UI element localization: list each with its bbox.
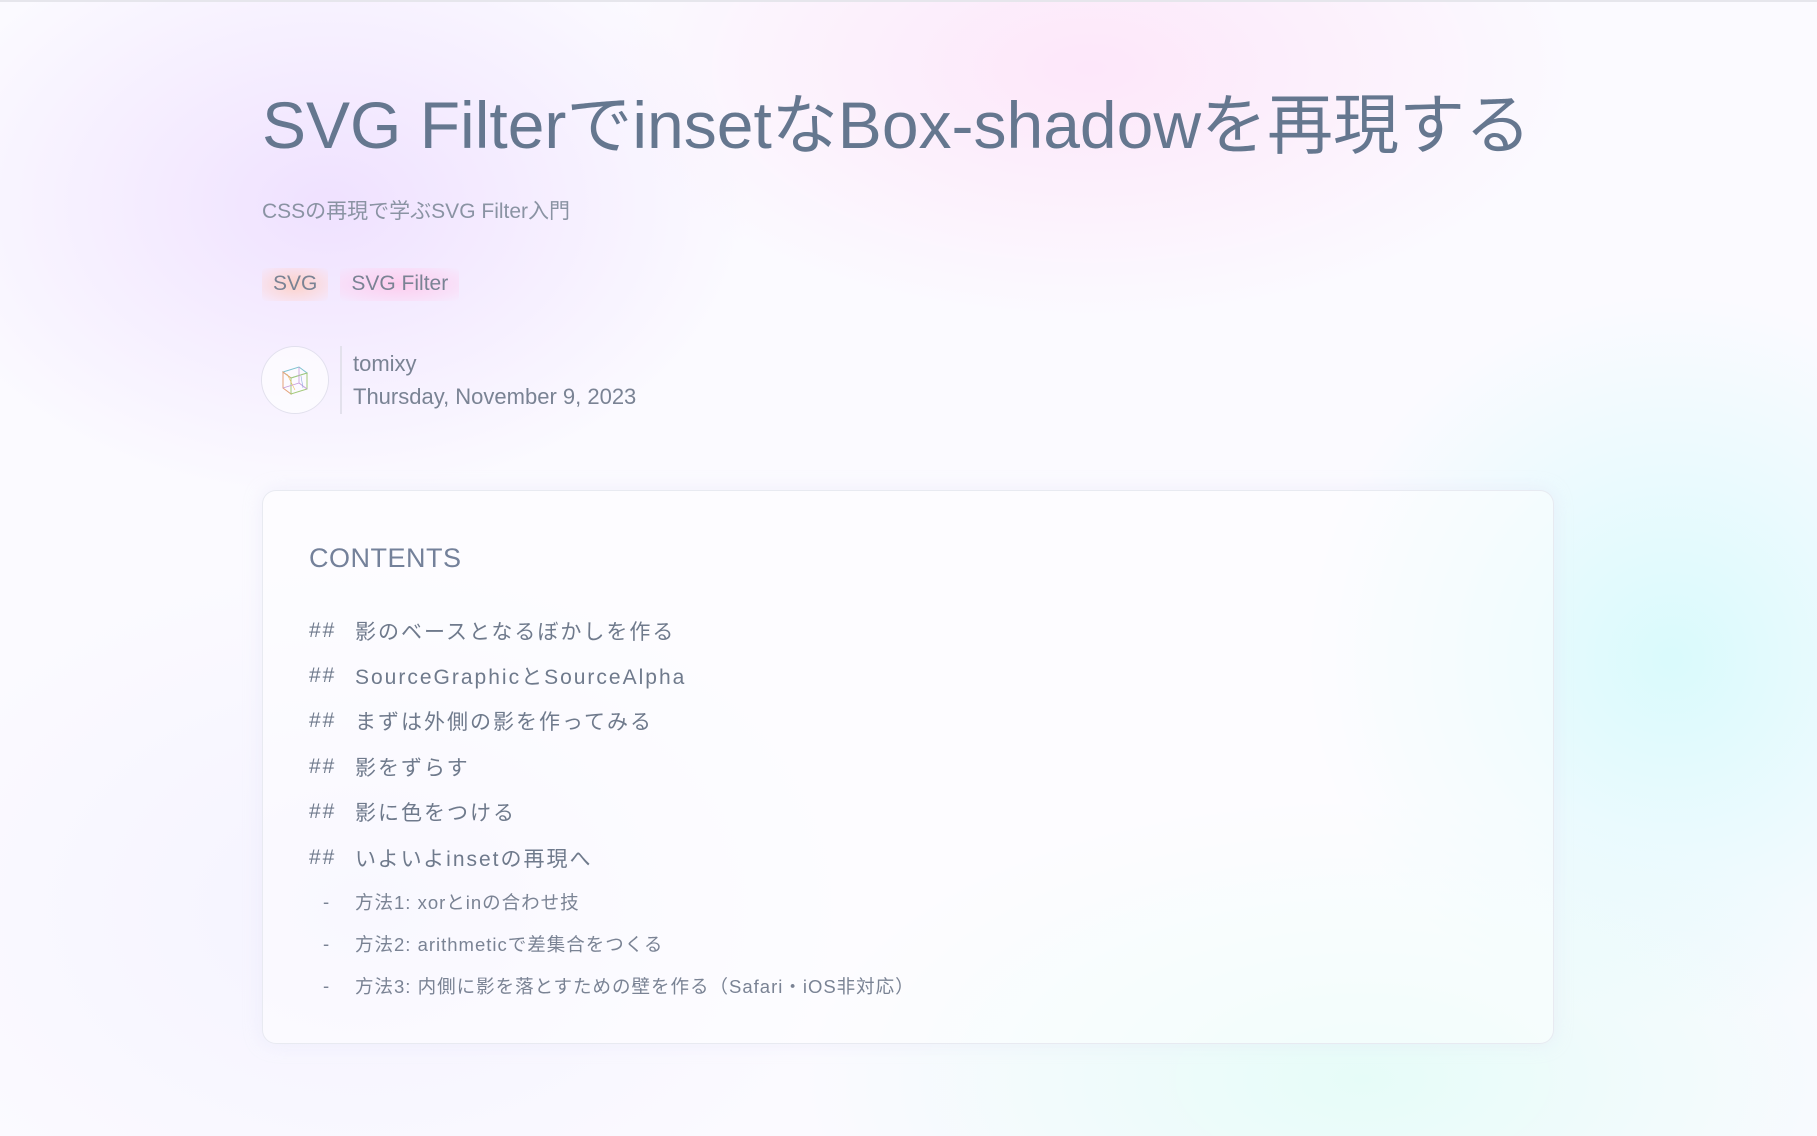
toc-label[interactable]: まずは外側の影を作ってみる <box>355 706 653 736</box>
toc-label[interactable]: 影のベースとなるぼかしを作る <box>355 616 675 646</box>
author-divider <box>340 346 342 414</box>
toc-item[interactable]: ## SourceGraphicとSourceAlpha <box>309 653 915 699</box>
toc-label[interactable]: 影に色をつける <box>355 797 516 827</box>
toc-marker: ## <box>309 754 337 778</box>
tag-svg[interactable]: SVG <box>262 268 329 301</box>
toc-marker: ## <box>309 800 337 824</box>
toc-label[interactable]: SourceGraphicとSourceAlpha <box>355 661 686 691</box>
cube-sketch-icon <box>281 366 309 395</box>
toc-marker: ## <box>309 619 337 642</box>
publish-date: Thursday, November 9, 2023 <box>353 383 637 409</box>
toc-sub-marker: - <box>323 974 330 996</box>
toc-item[interactable]: ## まずは外側の影を作ってみる <box>309 699 915 745</box>
toc-label[interactable]: いよいよinsetの再現へ <box>355 843 593 873</box>
toc-sub-label[interactable]: 方法1: xorとinの合わせ技 <box>355 889 580 915</box>
toc-sub-marker: - <box>323 890 330 912</box>
tag-svg-filter[interactable]: SVG Filter <box>340 268 460 301</box>
toc-marker: ## <box>309 709 337 733</box>
toc-heading: CONTENTS <box>309 543 462 573</box>
toc-item[interactable]: ## いよいよinsetの再現へ <box>309 835 915 881</box>
avatar[interactable] <box>262 347 328 413</box>
page-title: SVG FilterでinsetなBox-shadowを再現する <box>262 88 1531 162</box>
toc-list: ## 影のベースとなるぼかしを作る ## SourceGraphicとSourc… <box>309 609 915 1007</box>
page-subtitle: CSSの再現で学ぶSVG Filter入門 <box>262 200 571 223</box>
toc-item[interactable]: ## 影をずらす <box>309 744 915 790</box>
toc-sub-label[interactable]: 方法2: arithmeticで差集合をつくる <box>355 931 663 957</box>
toc-marker: ## <box>309 845 337 869</box>
toc-sub-label[interactable]: 方法3: 内側に影を落とすための壁を作る（Safari・iOS非対応） <box>355 973 915 999</box>
toc-item[interactable]: ## 影のベースとなるぼかしを作る <box>309 609 915 653</box>
toc-subitem[interactable]: - 方法1: xorとinの合わせ技 <box>309 881 915 923</box>
toc-sub-marker: - <box>323 932 330 954</box>
tag-list: SVG SVG Filter <box>262 268 460 301</box>
table-of-contents: CONTENTS ## 影のベースとなるぼかしを作る ## SourceGrap… <box>262 490 1554 1044</box>
toc-subitem[interactable]: - 方法3: 内側に影を落とすための壁を作る（Safari・iOS非対応） <box>309 965 915 1007</box>
toc-subitem[interactable]: - 方法2: arithmeticで差集合をつくる <box>309 923 915 965</box>
author-block: tomixy Thursday, November 9, 2023 <box>262 346 636 414</box>
toc-item[interactable]: ## 影に色をつける <box>309 790 915 836</box>
toc-label[interactable]: 影をずらす <box>355 752 470 782</box>
top-border <box>0 0 1817 2</box>
toc-marker: ## <box>309 663 337 687</box>
author-meta: tomixy Thursday, November 9, 2023 <box>353 351 636 410</box>
author-name[interactable]: tomixy <box>353 351 636 377</box>
